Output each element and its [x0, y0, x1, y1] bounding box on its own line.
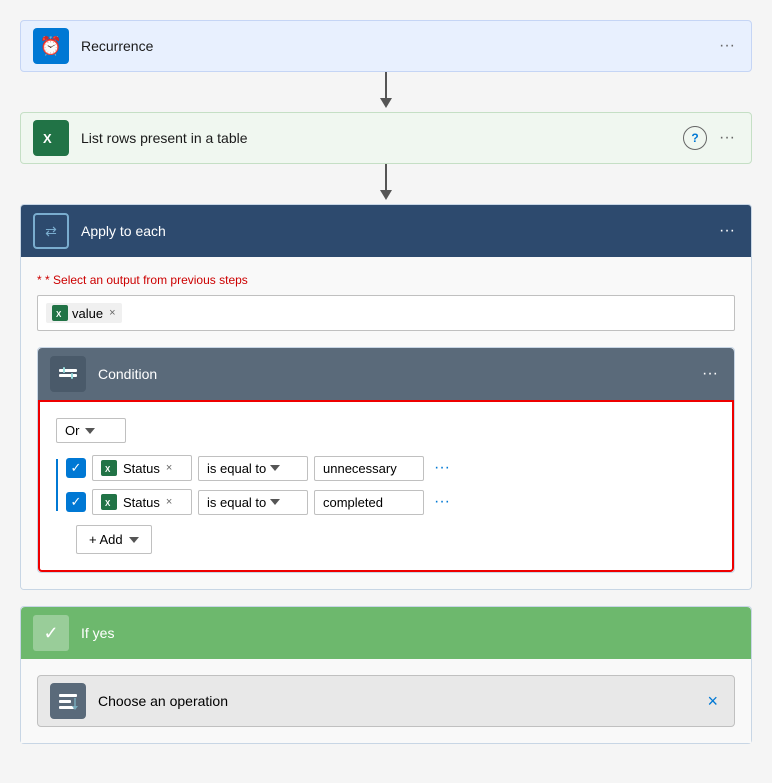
apply-each-title: Apply to each [81, 223, 715, 239]
condition-field-remove-2[interactable]: × [166, 496, 172, 508]
check-icon: ✓ [43, 623, 58, 644]
svg-text:X: X [105, 465, 111, 474]
or-label: Or [65, 423, 79, 438]
condition-value-2[interactable]: completed [314, 490, 424, 515]
recurrence-icon: ⏰ [33, 28, 69, 64]
add-condition-button[interactable]: + Add [76, 525, 152, 554]
operator-chevron-icon-2 [270, 499, 280, 505]
apply-each-body: * * Select an output from previous steps… [21, 257, 751, 589]
choose-op-title: Choose an operation [98, 693, 703, 709]
condition-rows: X Status × is equal to unnecessary [66, 455, 716, 515]
recurrence-title: Recurrence [81, 38, 715, 54]
add-label: + Add [89, 532, 123, 547]
recurrence-more-button[interactable]: ··· [715, 33, 739, 59]
list-rows-more-button[interactable]: ··· [715, 125, 739, 151]
condition-checkbox-2[interactable] [66, 492, 86, 512]
apply-each-more-button[interactable]: ··· [715, 218, 739, 244]
field-excel-icon-2: X [101, 494, 117, 510]
table-row: X Status × is equal to completed [66, 489, 716, 515]
condition-container: Condition ··· Or [37, 347, 735, 573]
condition-vertical-line [56, 459, 58, 511]
value-tag-row[interactable]: X value × [37, 295, 735, 331]
svg-text:X: X [56, 310, 62, 319]
condition-operator-1[interactable]: is equal to [198, 456, 308, 481]
condition-checkbox-1[interactable] [66, 458, 86, 478]
tag-excel-icon: X [52, 305, 68, 321]
condition-field-label-2: Status [123, 495, 160, 510]
list-rows-title: List rows present in a table [81, 130, 683, 146]
condition-title: Condition [98, 366, 698, 382]
operator-chevron-icon-1 [270, 465, 280, 471]
condition-body: Or X [38, 400, 734, 572]
if-yes-title: If yes [81, 625, 739, 641]
table-row: X Status × is equal to unnecessary [66, 455, 716, 481]
field-excel-icon-1: X [101, 460, 117, 476]
condition-header: Condition ··· [38, 348, 734, 400]
value-tag: X value × [46, 303, 122, 323]
condition-operator-2[interactable]: is equal to [198, 490, 308, 515]
list-rows-card: X List rows present in a table ? ··· [20, 112, 752, 164]
or-chevron-icon [85, 428, 95, 434]
excel-icon: X [33, 120, 69, 156]
condition-field-label-1: Status [123, 461, 160, 476]
choose-op-card: Choose an operation × [37, 675, 735, 727]
condition-operator-label-2: is equal to [207, 495, 266, 510]
condition-row-more-1[interactable]: ··· [430, 457, 454, 479]
arrow-1 [376, 72, 396, 112]
if-yes-body: Choose an operation × [21, 659, 751, 743]
flow-canvas: ⏰ Recurrence ··· X List rows present in … [20, 20, 752, 763]
if-yes-header: ✓ If yes [21, 607, 751, 659]
list-rows-help-button[interactable]: ? [683, 126, 707, 150]
recurrence-card: ⏰ Recurrence ··· [20, 20, 752, 72]
add-chevron-icon [129, 537, 139, 543]
or-dropdown[interactable]: Or [56, 418, 126, 443]
svg-text:X: X [105, 499, 111, 508]
select-label: * * Select an output from previous steps [37, 273, 735, 287]
apply-each-container: ⇄ Apply to each ··· * * Select an output… [20, 204, 752, 590]
value-tag-label: value [72, 306, 103, 321]
condition-field-2[interactable]: X Status × [92, 489, 192, 515]
condition-rows-wrapper: X Status × is equal to unnecessary [56, 455, 716, 515]
arrow-2 [376, 164, 396, 204]
apply-each-header: ⇄ Apply to each ··· [21, 205, 751, 257]
condition-value-1[interactable]: unnecessary [314, 456, 424, 481]
if-yes-icon: ✓ [33, 615, 69, 651]
choose-op-icon [50, 683, 86, 719]
condition-icon [50, 356, 86, 392]
svg-text:X: X [43, 131, 52, 146]
if-yes-container: ✓ If yes Choose an operation × [20, 606, 752, 744]
value-tag-remove[interactable]: × [109, 307, 115, 319]
condition-row-more-2[interactable]: ··· [430, 491, 454, 513]
apply-each-icon: ⇄ [33, 213, 69, 249]
condition-more-button[interactable]: ··· [698, 361, 722, 387]
condition-field-1[interactable]: X Status × [92, 455, 192, 481]
choose-op-close-button[interactable]: × [703, 687, 722, 716]
condition-operator-label-1: is equal to [207, 461, 266, 476]
condition-field-remove-1[interactable]: × [166, 462, 172, 474]
